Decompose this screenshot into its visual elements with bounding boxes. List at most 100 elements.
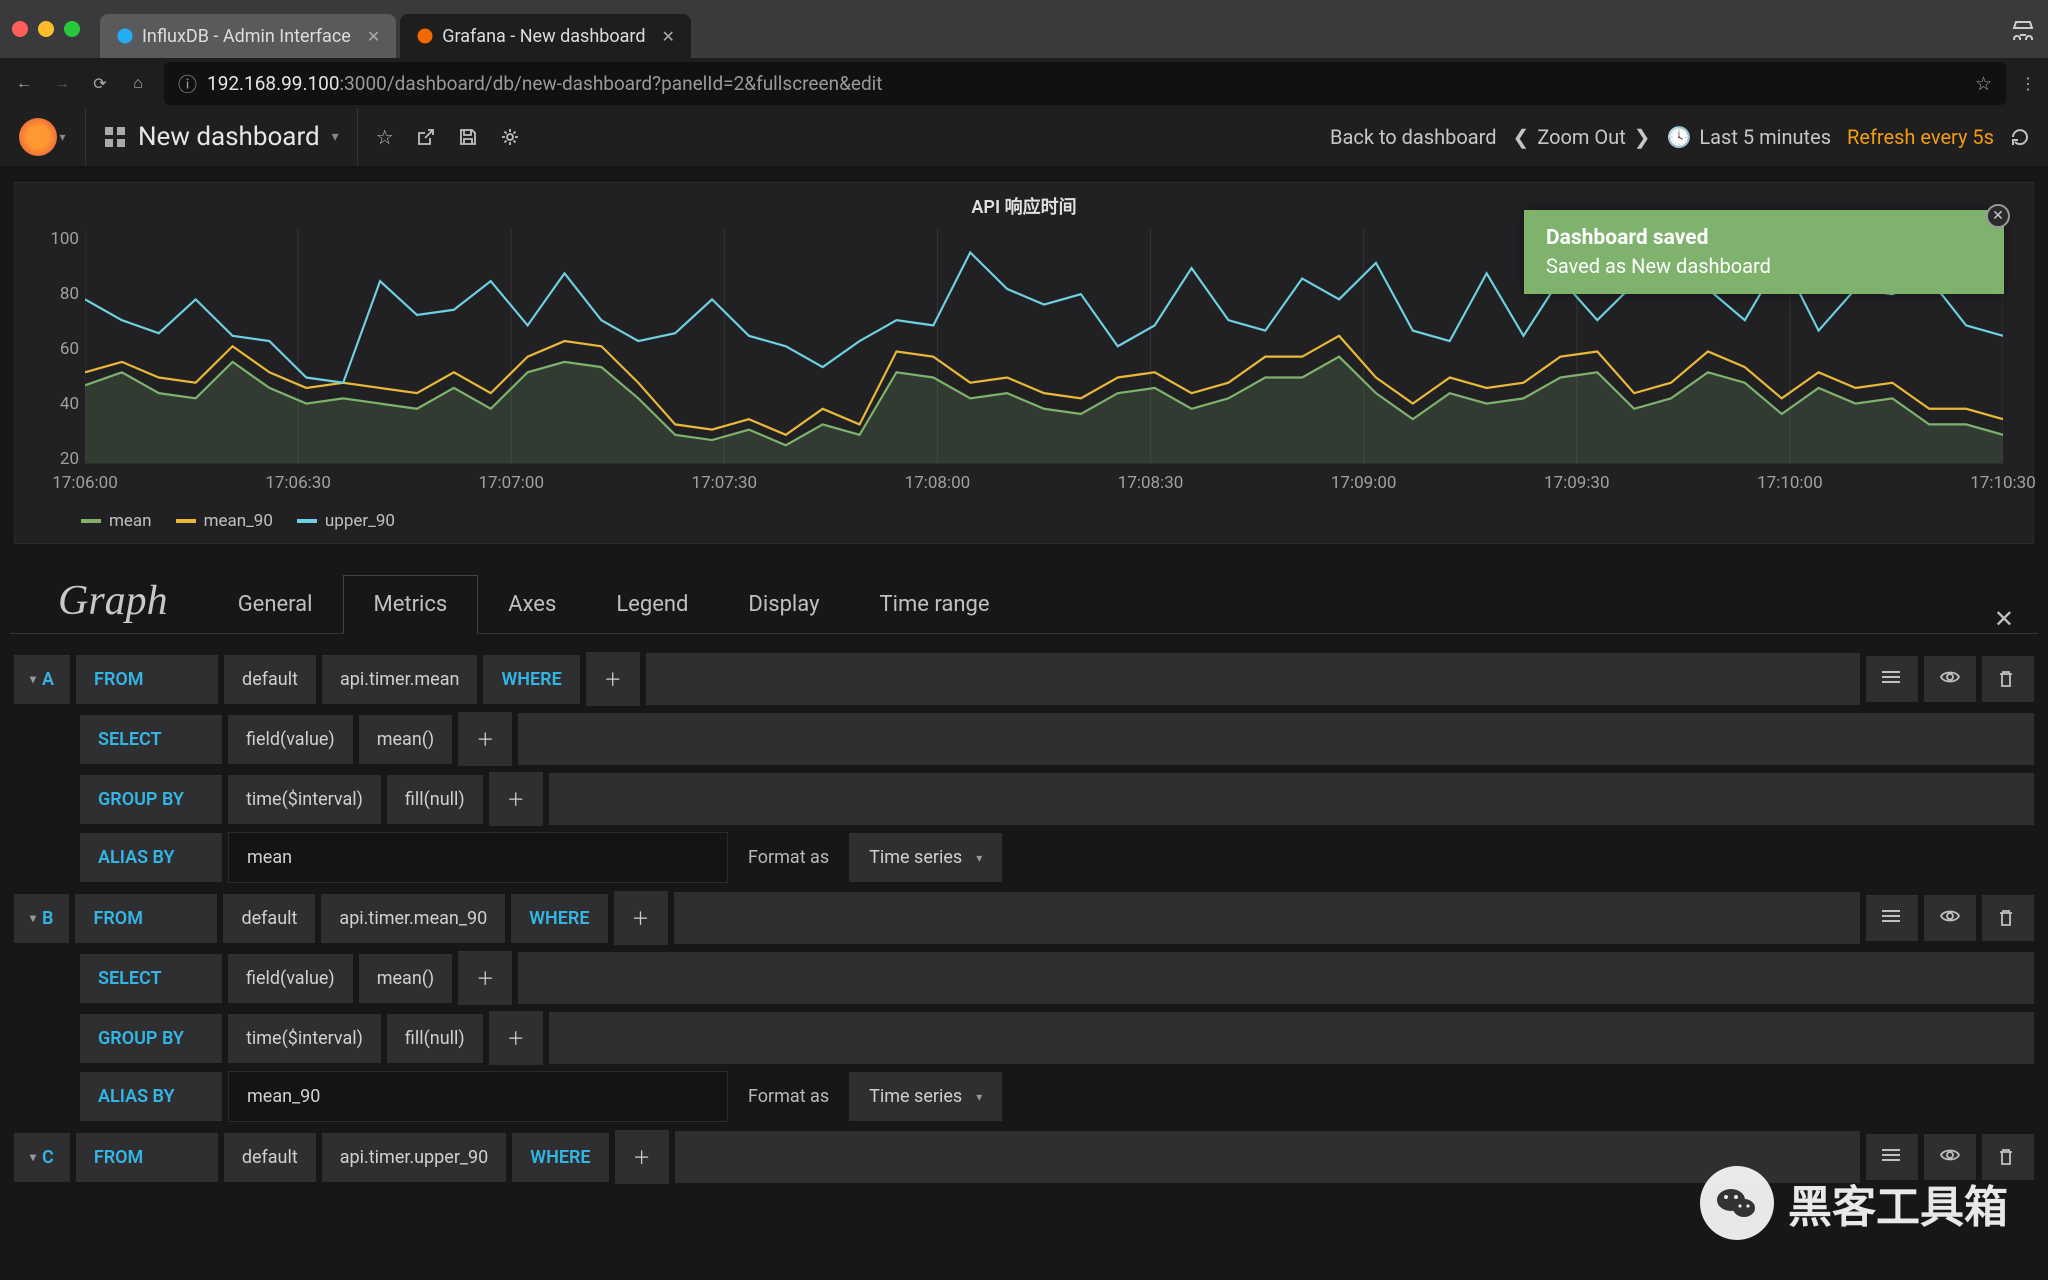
panel-editor-tabs: Graph General Metrics Axes Legend Displa…	[10, 574, 2038, 634]
browser-tab-grafana[interactable]: Grafana - New dashboard ✕	[400, 14, 691, 58]
from-keyword[interactable]: FROM	[75, 894, 217, 943]
add-select-button[interactable]: ＋	[458, 951, 512, 1005]
tab-metrics[interactable]: Metrics	[343, 575, 479, 634]
browser-menu-button[interactable]: ⋮	[2020, 74, 2036, 93]
add-select-button[interactable]: ＋	[458, 712, 512, 766]
tab-legend[interactable]: Legend	[586, 576, 718, 633]
dashboard-picker[interactable]: New dashboard ▾	[86, 108, 358, 166]
aliasby-keyword[interactable]: ALIAS BY	[80, 1072, 222, 1121]
add-where-button[interactable]: ＋	[614, 891, 668, 945]
where-keyword[interactable]: WHERE	[483, 655, 579, 704]
grafana-logo-icon	[19, 118, 57, 156]
select-aggregation[interactable]: mean()	[359, 715, 453, 764]
tab-display[interactable]: Display	[718, 576, 849, 633]
browser-forward-button[interactable]: →	[50, 73, 74, 93]
window-close-button[interactable]	[12, 21, 28, 37]
dashboard-grid-icon	[104, 126, 126, 148]
browser-back-button[interactable]: ←	[12, 73, 36, 93]
query-delete-button[interactable]	[1982, 895, 2034, 941]
select-aggregation[interactable]: mean()	[359, 954, 453, 1003]
tab-close-icon[interactable]: ✕	[662, 27, 675, 46]
query-drag-handle[interactable]	[1866, 895, 1918, 941]
save-button[interactable]	[458, 127, 478, 147]
browser-tab-bar: InfluxDB - Admin Interface ✕ Grafana - N…	[0, 0, 2048, 58]
tab-axes[interactable]: Axes	[478, 576, 586, 633]
zoom-out-button[interactable]: Zoom Out	[1537, 125, 1625, 149]
tab-general[interactable]: General	[208, 576, 343, 633]
format-select[interactable]: Time series	[849, 1072, 1002, 1121]
save-toast: ✕ Dashboard saved Saved as New dashboard	[1524, 210, 2004, 294]
chart-legend: mean mean_90 upper_90	[15, 505, 2033, 543]
from-measurement[interactable]: api.timer.upper_90	[322, 1133, 507, 1182]
from-datasource[interactable]: default	[224, 655, 316, 704]
legend-item-upper90[interactable]: upper_90	[297, 511, 395, 531]
time-back-button[interactable]: ❮	[1513, 125, 1530, 149]
panel-type-title: Graph	[10, 577, 208, 633]
dashboard-toolbar: ☆	[358, 125, 538, 149]
from-measurement[interactable]: api.timer.mean	[322, 655, 477, 704]
window-minimize-button[interactable]	[38, 21, 54, 37]
bookmark-star-icon[interactable]: ☆	[1975, 72, 1992, 95]
query-delete-button[interactable]	[1982, 656, 2034, 702]
query-editor-list: A FROM default api.timer.mean WHERE ＋ SE…	[14, 652, 2034, 1184]
query-toggle-visibility[interactable]	[1924, 895, 1976, 941]
grafana-header: ▾ New dashboard ▾ ☆ Back to dashboard ❮ …	[0, 108, 2048, 168]
close-editor-button[interactable]: ✕	[1970, 605, 2038, 633]
groupby-time[interactable]: time($interval)	[228, 775, 381, 824]
from-datasource[interactable]: default	[224, 1133, 316, 1182]
browser-url-bar: ← → ⟳ ⌂ ⓘ 192.168.99.100:3000/dashboard/…	[0, 58, 2048, 108]
share-button[interactable]	[416, 127, 436, 147]
legend-item-mean90[interactable]: mean_90	[176, 511, 273, 531]
time-forward-button[interactable]: ❯	[1634, 125, 1651, 149]
time-range-picker[interactable]: 🕓 Last 5 minutes	[1667, 125, 1832, 149]
groupby-time[interactable]: time($interval)	[228, 1014, 381, 1063]
groupby-keyword[interactable]: GROUP BY	[80, 1014, 222, 1063]
browser-home-button[interactable]: ⌂	[126, 73, 150, 93]
settings-button[interactable]	[500, 127, 520, 147]
browser-tab-influxdb[interactable]: InfluxDB - Admin Interface ✕	[100, 14, 396, 58]
where-keyword[interactable]: WHERE	[511, 894, 607, 943]
grafana-logo-menu[interactable]: ▾	[0, 108, 86, 166]
query-toggle-C[interactable]: C	[14, 1133, 70, 1182]
groupby-keyword[interactable]: GROUP BY	[80, 775, 222, 824]
select-field[interactable]: field(value)	[228, 715, 353, 764]
alias-input[interactable]: mean_90	[228, 1071, 728, 1122]
where-keyword[interactable]: WHERE	[512, 1133, 608, 1182]
from-datasource[interactable]: default	[223, 894, 315, 943]
add-where-button[interactable]: ＋	[586, 652, 640, 706]
query-toggle-B[interactable]: B	[14, 894, 69, 943]
select-keyword[interactable]: SELECT	[80, 954, 222, 1003]
from-keyword[interactable]: FROM	[76, 655, 218, 704]
refresh-button[interactable]	[2010, 127, 2030, 147]
tab-close-icon[interactable]: ✕	[367, 27, 380, 46]
from-keyword[interactable]: FROM	[76, 1133, 218, 1182]
query-drag-handle[interactable]	[1866, 656, 1918, 702]
select-keyword[interactable]: SELECT	[80, 715, 222, 764]
legend-item-mean[interactable]: mean	[81, 511, 152, 531]
back-to-dashboard-link[interactable]: Back to dashboard	[1330, 125, 1497, 149]
window-maximize-button[interactable]	[64, 21, 80, 37]
site-info-icon[interactable]: ⓘ	[178, 70, 197, 97]
query-toggle-A[interactable]: A	[14, 655, 70, 704]
query-toggle-visibility[interactable]	[1924, 656, 1976, 702]
tab-favicon	[416, 27, 434, 45]
add-groupby-button[interactable]: ＋	[489, 772, 543, 826]
browser-reload-button[interactable]: ⟳	[88, 74, 112, 93]
toast-close-button[interactable]: ✕	[1986, 204, 2010, 228]
format-as-label: Format as	[734, 1086, 843, 1107]
alias-input[interactable]: mean	[228, 832, 728, 883]
address-input[interactable]: ⓘ 192.168.99.100:3000/dashboard/db/new-d…	[164, 62, 2006, 105]
add-where-button[interactable]: ＋	[615, 1130, 669, 1184]
star-dashboard-button[interactable]: ☆	[376, 125, 394, 149]
select-field[interactable]: field(value)	[228, 954, 353, 1003]
refresh-interval-button[interactable]: Refresh every 5s	[1847, 125, 1994, 149]
add-groupby-button[interactable]: ＋	[489, 1011, 543, 1065]
groupby-fill[interactable]: fill(null)	[387, 1014, 483, 1063]
groupby-fill[interactable]: fill(null)	[387, 775, 483, 824]
format-select[interactable]: Time series	[849, 833, 1002, 882]
query-block: B FROM default api.timer.mean_90 WHERE ＋…	[14, 891, 2034, 1122]
from-measurement[interactable]: api.timer.mean_90	[321, 894, 505, 943]
aliasby-keyword[interactable]: ALIAS BY	[80, 833, 222, 882]
window-controls	[12, 21, 80, 37]
tab-time-range[interactable]: Time range	[849, 576, 1019, 633]
